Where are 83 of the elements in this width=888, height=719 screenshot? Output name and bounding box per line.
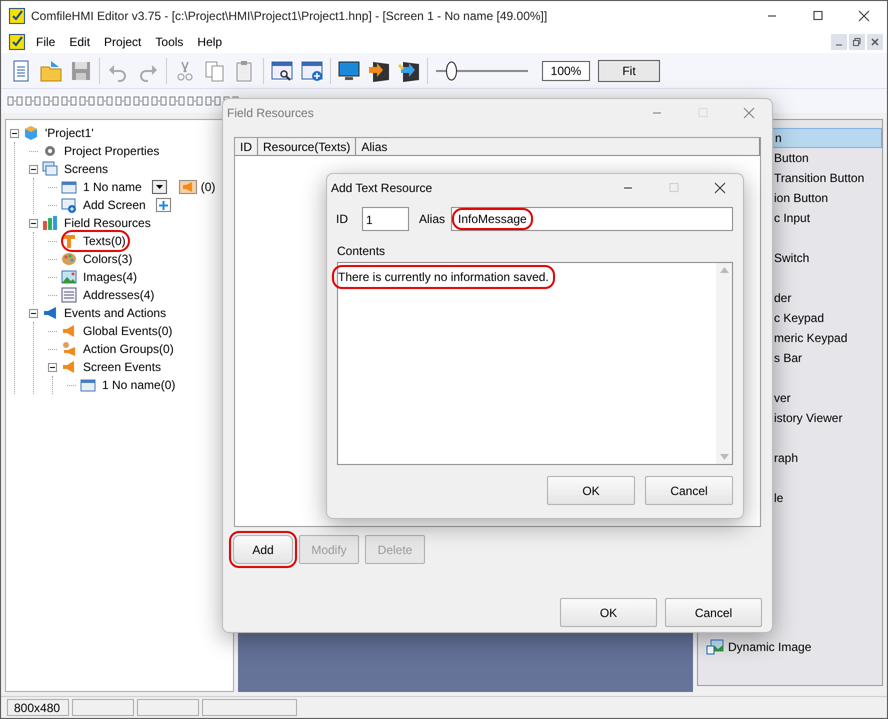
letter-t-icon: [61, 233, 77, 249]
status-pane: [137, 699, 199, 716]
close-button[interactable]: [858, 10, 870, 22]
tree-item[interactable]: 1 No name(0): [100, 376, 178, 394]
plus-icon: [158, 200, 168, 210]
column-header[interactable]: Resource(Texts): [258, 138, 356, 155]
minimize-icon: [835, 44, 843, 46]
menu-item[interactable]: Tools: [148, 33, 190, 51]
close-button[interactable]: [714, 182, 726, 194]
windows-icon: [42, 161, 58, 177]
megaphone-icon: [61, 323, 77, 339]
tree-item[interactable]: Add Screen: [81, 196, 148, 214]
tree-item[interactable]: Texts(0): [63, 232, 128, 250]
expander-toggle[interactable]: [10, 128, 19, 138]
tree-item[interactable]: Screens: [62, 160, 110, 178]
alias-field[interactable]: InfoMessage: [451, 207, 733, 231]
id-field[interactable]: 1: [362, 207, 409, 231]
restore-icon: [853, 38, 861, 46]
palette-icon: [61, 251, 77, 267]
blocks-icon: [42, 215, 58, 231]
contents-text: There is currently no information saved.: [334, 267, 553, 287]
column-header[interactable]: Alias: [356, 138, 760, 155]
status-pane: 800x480: [7, 699, 69, 716]
cancel-button[interactable]: Cancel: [665, 598, 762, 627]
tree-item[interactable]: Events and Actions: [62, 304, 168, 322]
id-label: ID: [336, 211, 348, 228]
status-pane: [72, 699, 134, 716]
megaphone-icon: [61, 359, 77, 375]
contents-label: Contents: [337, 243, 386, 260]
close-icon: [871, 38, 879, 46]
app-logo-icon: [9, 34, 25, 50]
column-header[interactable]: ID: [235, 138, 258, 155]
dialog-title: Add Text Resource: [331, 180, 432, 197]
tree-item[interactable]: Colors(3): [81, 250, 134, 268]
tree-item[interactable]: Screen Events: [81, 358, 164, 376]
alias-label: Alias: [419, 211, 446, 228]
event-count: (0): [200, 179, 216, 196]
tree-item[interactable]: Field Resources: [62, 214, 153, 232]
window-icon: [61, 179, 77, 195]
add-button[interactable]: [156, 198, 171, 212]
fit-button[interactable]: Fit: [598, 60, 660, 82]
tree-item[interactable]: 1 No name: [81, 178, 144, 196]
add-window-icon: [61, 197, 77, 213]
menu-item[interactable]: Help: [190, 33, 230, 51]
tree-item[interactable]: Global Events(0): [81, 322, 174, 340]
window-title: ComfileHMI Editor v3.75 - [c:\Project\HMI\Project1\Project1.hnp] - [Screen 1 - No name [49.00%]]: [31, 8, 548, 25]
megaphone-icon: [42, 305, 58, 321]
zoom-slider-thumb[interactable]: [446, 60, 458, 80]
expander-toggle[interactable]: [29, 164, 38, 174]
zoom-field[interactable]: 100%: [542, 60, 590, 80]
alias-value: InfoMessage: [454, 210, 531, 228]
dialog-title: Field Resources: [227, 105, 314, 122]
expander-toggle[interactable]: [29, 308, 38, 318]
person-megaphone-icon: [61, 341, 77, 357]
cancel-button[interactable]: Cancel: [645, 476, 733, 505]
tree-item[interactable]: Images(4): [81, 268, 140, 286]
image-icon: [706, 639, 724, 655]
image-icon: [61, 269, 77, 285]
list-icon: [61, 287, 77, 303]
maximize-button[interactable]: [812, 10, 824, 22]
events-button[interactable]: [178, 180, 197, 194]
toolbox-item[interactable]: Dynamic Image: [728, 638, 812, 656]
menu-item[interactable]: Project: [97, 33, 148, 51]
mdi-close-button[interactable]: [867, 34, 883, 50]
menu-item[interactable]: File: [29, 33, 62, 51]
dropdown-button[interactable]: [152, 180, 167, 194]
window-icon: [80, 377, 96, 393]
cube-icon: [23, 125, 39, 141]
tree-item[interactable]: Addresses(4): [81, 286, 156, 304]
menu-item[interactable]: Edit: [62, 33, 98, 51]
ok-button[interactable]: OK: [547, 476, 635, 505]
tree-item[interactable]: Action Groups(0): [81, 340, 176, 358]
mdi-restore-button[interactable]: [849, 34, 865, 50]
tree-item[interactable]: 'Project1': [43, 124, 96, 142]
app-logo-icon: [9, 8, 25, 24]
gear-icon: [42, 143, 58, 159]
expander-toggle[interactable]: [48, 362, 57, 372]
expander-toggle[interactable]: [29, 218, 38, 228]
mdi-minimize-button[interactable]: [831, 34, 847, 50]
caret-icon: [156, 185, 163, 189]
tree-item[interactable]: Project Properties: [62, 142, 162, 160]
megaphone-icon: [182, 182, 194, 192]
ok-button[interactable]: OK: [560, 598, 657, 627]
